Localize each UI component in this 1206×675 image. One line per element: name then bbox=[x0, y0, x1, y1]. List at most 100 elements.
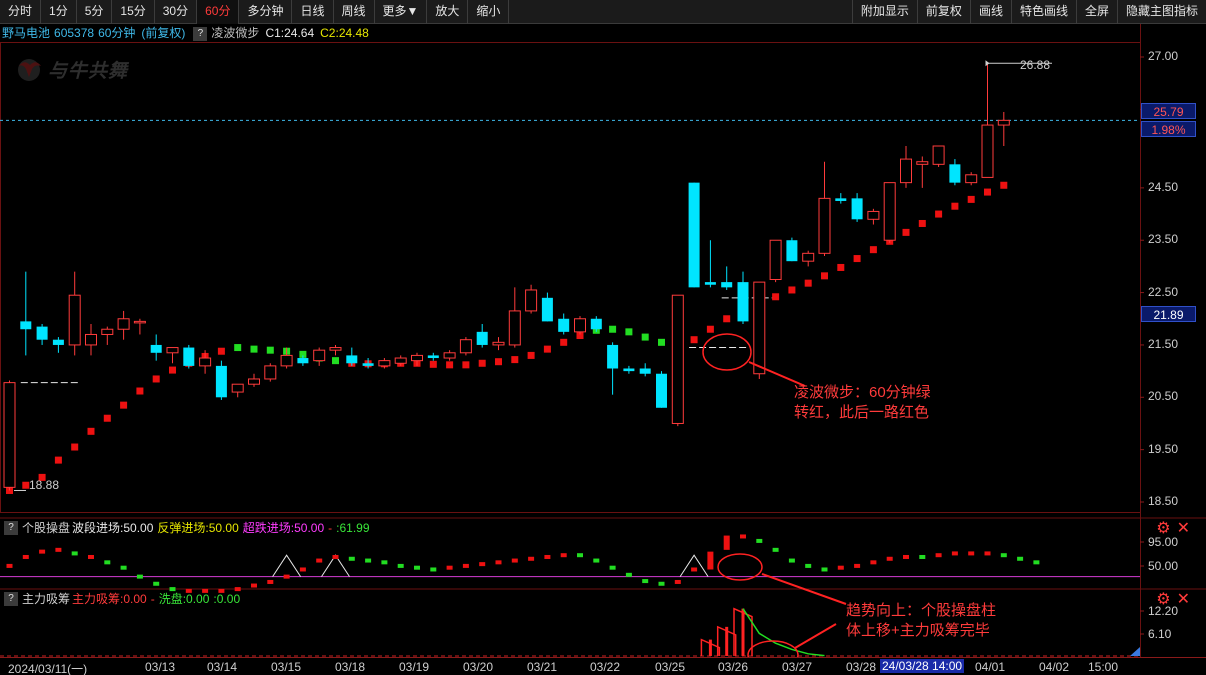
signal-dot bbox=[201, 352, 209, 360]
panel1-dot bbox=[756, 538, 763, 543]
period-btn-8[interactable]: 周线 bbox=[334, 0, 375, 24]
signal-dot bbox=[935, 210, 943, 218]
panel1-dot bbox=[39, 549, 46, 554]
high-price-label: 26.88 bbox=[1020, 58, 1051, 72]
candle-body bbox=[183, 347, 195, 366]
stock-name[interactable]: 野马电池 bbox=[0, 25, 50, 42]
help-icon[interactable]: ? bbox=[193, 26, 208, 41]
panel1-dot bbox=[642, 579, 649, 584]
stock-code: 605378 bbox=[54, 26, 95, 40]
panel2-bar bbox=[733, 607, 753, 656]
tool-btn-2[interactable]: 画线 bbox=[969, 0, 1011, 24]
period-btn-2[interactable]: 5分 bbox=[77, 0, 113, 24]
period-btn-1[interactable]: 1分 bbox=[41, 0, 77, 24]
candle-body bbox=[459, 339, 472, 354]
panel1-value-3: - bbox=[328, 521, 333, 535]
candle-body bbox=[835, 198, 847, 201]
panel1-dot bbox=[951, 551, 958, 556]
candle-body bbox=[411, 354, 423, 362]
panel2-title: ? 主力吸筹 主力吸筹:0.00- 洗盘:0.00:0.00 bbox=[0, 591, 244, 607]
signal-dot bbox=[283, 347, 291, 355]
signal-dot bbox=[364, 360, 372, 368]
tool-btn-3[interactable]: 特色画线 bbox=[1010, 0, 1076, 24]
panel1-dot bbox=[837, 565, 844, 570]
signal-dot bbox=[462, 361, 470, 369]
panel2-close-icon[interactable]: ✕ bbox=[1177, 592, 1190, 608]
candle-body bbox=[492, 341, 505, 346]
stock-period: 60分钟 bbox=[98, 26, 136, 40]
panel1-value-2: 超跌进场:50.00 bbox=[242, 521, 325, 535]
candle-body bbox=[883, 182, 896, 241]
period-btn-7[interactable]: 日线 bbox=[292, 0, 334, 24]
candle-body bbox=[248, 378, 260, 385]
panel1-dot bbox=[104, 560, 111, 565]
low-price-label: 18.88 bbox=[29, 478, 60, 492]
period-btn-3[interactable]: 15分 bbox=[112, 0, 155, 24]
candle-body bbox=[85, 333, 97, 346]
panel1-dot bbox=[88, 554, 94, 559]
signal-dot bbox=[315, 354, 323, 362]
panel1-dot bbox=[283, 574, 290, 579]
signal-dot bbox=[495, 358, 502, 366]
period-btn-0[interactable]: 分时 bbox=[0, 0, 42, 24]
candle-body bbox=[932, 145, 945, 165]
annotation-arrow-2 bbox=[761, 573, 847, 605]
panel1-dot bbox=[430, 567, 437, 572]
panel1-name[interactable]: 个股操盘 bbox=[22, 520, 70, 536]
panel1-close-icon[interactable]: ✕ bbox=[1177, 521, 1190, 537]
tool-btn-0[interactable]: 附加显示 bbox=[851, 0, 917, 24]
adjust-mode: (前复权) bbox=[141, 26, 186, 40]
period-btn-9[interactable]: 更多▼ bbox=[375, 0, 428, 24]
signal-dot bbox=[739, 307, 747, 315]
panel1-dot bbox=[299, 567, 306, 572]
panel1-dot bbox=[854, 563, 861, 568]
period-btn-4[interactable]: 30分 bbox=[155, 0, 198, 24]
price-tick-label: 23.50 bbox=[1148, 232, 1179, 247]
panel1-bar bbox=[707, 551, 714, 570]
period-btn-11[interactable]: 缩小 bbox=[468, 0, 510, 24]
signal-dot bbox=[332, 357, 339, 365]
candle-body bbox=[867, 210, 880, 220]
candle-body bbox=[52, 339, 64, 345]
price-tick-label: 27.00 bbox=[1148, 49, 1179, 63]
panel1-dot bbox=[788, 558, 795, 563]
candle-body bbox=[133, 320, 146, 324]
period-btn-5[interactable]: 60分 bbox=[197, 0, 240, 24]
period-btn-10[interactable]: 放大 bbox=[427, 0, 469, 24]
candle-body bbox=[166, 347, 179, 354]
date-label: 03/25 bbox=[655, 660, 686, 674]
candle-body bbox=[916, 161, 929, 165]
candle-body bbox=[346, 355, 358, 364]
tool-btn-1[interactable]: 前复权 bbox=[916, 0, 970, 24]
panel1-dot bbox=[1017, 556, 1024, 561]
indicator-name[interactable]: 凌波微步 bbox=[211, 25, 259, 42]
candle-body bbox=[607, 344, 619, 369]
panel2-help-icon[interactable]: ? bbox=[4, 592, 18, 606]
signal-dot bbox=[185, 359, 193, 367]
panel2-value-0: 主力吸筹:0.00 bbox=[72, 592, 147, 606]
signal-dot bbox=[299, 350, 307, 358]
signal-dot bbox=[869, 246, 877, 254]
candle-body bbox=[313, 349, 326, 362]
signal-dot bbox=[674, 341, 682, 349]
signal-dot bbox=[103, 414, 111, 422]
panel1-help-icon[interactable]: ? bbox=[4, 521, 18, 535]
indicator-c2: C2:24.48 bbox=[320, 26, 369, 40]
candle-body bbox=[704, 282, 716, 285]
panel2-name[interactable]: 主力吸筹 bbox=[22, 591, 70, 607]
period-btn-6[interactable]: 多分钟 bbox=[239, 0, 293, 24]
annotation-2: 趋势向上：个股操盘柱 体上移+主力吸筹完毕 bbox=[846, 601, 996, 641]
annotation-1-line1: 凌波微步：60分钟绿 bbox=[794, 384, 931, 401]
last-pct-tag: 1.98% bbox=[1141, 121, 1196, 137]
candle-body bbox=[981, 124, 994, 178]
signal-dot bbox=[821, 272, 828, 280]
annotation-2-line1: 趋势向上：个股操盘柱 bbox=[846, 602, 997, 619]
signal-dot bbox=[250, 345, 258, 353]
stock-info-line: 野马电池 605378 60分钟 (前复权) ? 凌波微步 C1:24.64 C… bbox=[0, 25, 369, 42]
panel1-dot bbox=[414, 565, 420, 570]
tool-btn-5[interactable]: 隐藏主图指标 bbox=[1116, 0, 1206, 24]
tool-btn-4[interactable]: 全屏 bbox=[1075, 0, 1117, 24]
candle-body bbox=[818, 197, 831, 254]
kline-chart bbox=[0, 24, 1206, 670]
signal-dot bbox=[217, 347, 225, 355]
